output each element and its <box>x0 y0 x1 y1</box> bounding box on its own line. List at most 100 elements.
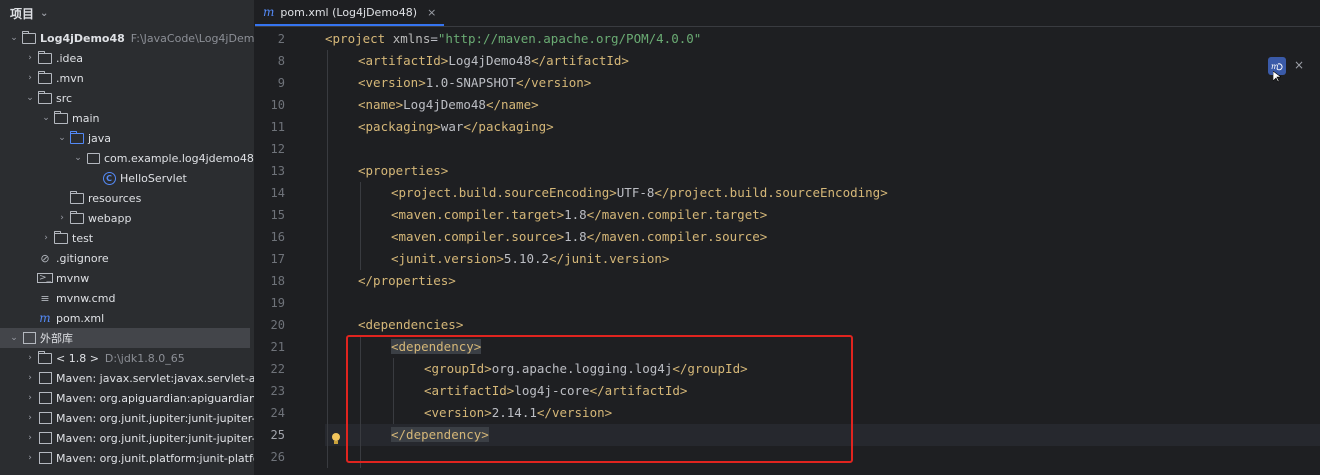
code-line[interactable]: <packaging>war</packaging> <box>325 116 1320 138</box>
tree-item[interactable]: ⌄ main <box>0 108 254 128</box>
code-line[interactable]: <properties> <box>325 160 1320 182</box>
chevron-down-icon[interactable]: ⌄ <box>24 93 36 103</box>
chevron-down-icon[interactable]: ⌄ <box>56 133 68 143</box>
tree-item-label: java <box>88 131 112 145</box>
indent-guide <box>360 182 361 270</box>
code-line[interactable] <box>325 292 1320 314</box>
code-token: <maven.compiler.target> <box>391 207 565 222</box>
tree-item[interactable]: › Maven: javax.servlet:javax.servlet-api:… <box>0 368 254 388</box>
tree-item[interactable]: › .idea <box>0 48 254 68</box>
line-number: 8 <box>277 54 285 68</box>
chevron-right-icon[interactable]: › <box>24 413 36 423</box>
library-icon <box>38 412 52 424</box>
lightbulb-icon[interactable] <box>330 432 342 446</box>
tree-item[interactable]: ≡ mvnw.cmd <box>0 288 254 308</box>
tree-item[interactable]: ⌄ java <box>0 128 254 148</box>
tree-item[interactable]: ⌄ Log4jDemo48 F:\JavaCode\Log4jDemo48 <box>0 28 255 48</box>
chevron-right-icon[interactable]: › <box>24 373 36 383</box>
tree-item[interactable]: › Maven: org.junit.jupiter:junit-jupiter-… <box>0 408 254 428</box>
tree-item[interactable]: ⌄ com.example.log4jdemo48 <box>0 148 254 168</box>
chevron-right-icon[interactable]: › <box>24 433 36 443</box>
chevron-down-icon[interactable]: ⌄ <box>40 113 52 123</box>
code-token: <properties> <box>358 163 449 178</box>
tree-item[interactable]: › Maven: org.junit.jupiter:junit-jupiter-… <box>0 428 254 448</box>
tree-item[interactable]: >_ mvnw <box>0 268 254 288</box>
tab-pom-xml[interactable]: m pom.xml (Log4jDemo48) × <box>255 0 445 26</box>
code-token: <maven.compiler.source> <box>391 229 565 244</box>
code-token: <project <box>325 31 393 46</box>
library-icon <box>22 332 36 344</box>
tree-item-label: src <box>56 91 73 105</box>
code-line[interactable]: <project xmlns="http://maven.apache.org/… <box>325 28 1320 50</box>
line-number: 9 <box>277 76 285 90</box>
code-token: UTF-8 <box>616 185 655 200</box>
tree-item-label: Maven: org.junit.platform:junit-platform… <box>56 451 254 465</box>
code-line[interactable]: <project.build.sourceEncoding>UTF-8</pro… <box>325 182 1320 204</box>
tree-item-label: < 1.8 > <box>56 351 99 365</box>
code-line[interactable]: <maven.compiler.target>1.8</maven.compil… <box>325 204 1320 226</box>
chevron-down-icon[interactable]: ⌄ <box>40 8 48 19</box>
tree-item-label: Maven: org.junit.jupiter:junit-jupiter-e… <box>56 431 254 445</box>
chevron-right-icon[interactable]: › <box>24 353 36 363</box>
tree-item-label: HelloServlet <box>120 171 187 185</box>
indent-guide <box>327 50 328 468</box>
chevron-down-icon[interactable]: ⌄ <box>8 333 20 343</box>
code-line[interactable]: <version>1.0-SNAPSHOT</version> <box>325 72 1320 94</box>
code-line[interactable]: <name>Log4jDemo48</name> <box>325 94 1320 116</box>
tree-item-label: Maven: org.junit.jupiter:junit-jupiter-a… <box>56 411 254 425</box>
code-token: <version> <box>358 75 426 90</box>
code-token: <name> <box>358 97 404 112</box>
code-line[interactable]: </properties> <box>325 270 1320 292</box>
tree-item[interactable]: C HelloServlet <box>0 168 254 188</box>
close-tab-icon[interactable]: × <box>427 6 436 19</box>
tree-item[interactable]: › Maven: org.apiguardian:apiguardian-api:… <box>0 388 255 408</box>
tree-item[interactable]: › test <box>0 228 254 248</box>
tree-item[interactable]: ⌄ src <box>0 88 254 108</box>
chevron-right-icon[interactable]: › <box>40 233 52 243</box>
library-icon <box>38 392 52 404</box>
code-line[interactable]: <artifactId>Log4jDemo48</artifactId> <box>325 50 1320 72</box>
tree-item-label: com.example.log4jdemo48 <box>104 151 254 165</box>
tree-item-path: F:\JavaCode\Log4jDemo48 <box>130 31 255 45</box>
chevron-down-icon[interactable]: ⌄ <box>72 153 84 163</box>
highlight-box <box>346 335 853 463</box>
line-number: 16 <box>270 230 285 244</box>
code-token: </maven.compiler.target> <box>586 207 768 222</box>
tree-item[interactable]: › < 1.8 > D:\jdk1.8.0_65 <box>0 348 254 368</box>
tree-item[interactable]: › webapp <box>0 208 254 228</box>
code-token: </name> <box>485 97 539 112</box>
chevron-down-icon[interactable]: ⌄ <box>8 33 20 43</box>
source-folder-icon <box>70 130 84 144</box>
code-line[interactable]: <junit.version>5.10.2</junit.version> <box>325 248 1320 270</box>
code-token: <packaging> <box>358 119 441 134</box>
tree-item[interactable]: ⌄ 外部库 <box>0 328 250 348</box>
chevron-right-icon[interactable]: › <box>24 393 36 403</box>
tree-item-label: Maven: org.apiguardian:apiguardian-api:1… <box>56 391 255 405</box>
code-token: </project.build.sourceEncoding> <box>654 185 888 200</box>
tree-item[interactable]: ⊘ .gitignore <box>0 248 254 268</box>
code-line[interactable]: <maven.compiler.source>1.8</maven.compil… <box>325 226 1320 248</box>
line-number: 19 <box>270 296 285 310</box>
project-panel-header[interactable]: 项目 ⌄ <box>0 0 254 26</box>
code-line[interactable]: <dependencies> <box>325 314 1320 336</box>
tree-item[interactable]: › Maven: org.junit.platform:junit-platfor… <box>0 448 254 468</box>
code-token: 1.8 <box>564 207 587 222</box>
chevron-right-icon[interactable]: › <box>24 453 36 463</box>
chevron-right-icon[interactable]: › <box>24 73 36 83</box>
tree-item[interactable]: › .mvn <box>0 68 254 88</box>
chevron-right-icon[interactable]: › <box>56 213 68 223</box>
tree-item-label: main <box>72 111 100 125</box>
code-token: <project.build.sourceEncoding> <box>391 185 617 200</box>
tree-item-label: .gitignore <box>56 251 109 265</box>
code-token: <junit.version> <box>391 251 504 266</box>
code-token: <artifactId> <box>358 53 449 68</box>
tree-item-label: pom.xml <box>56 311 105 325</box>
tree-item-label: test <box>72 231 94 245</box>
code-line[interactable] <box>325 138 1320 160</box>
maven-file-icon: m <box>263 5 275 19</box>
library-icon <box>38 452 52 464</box>
chevron-right-icon[interactable]: › <box>24 53 36 63</box>
close-notification-icon[interactable]: × <box>1294 58 1304 72</box>
tree-item[interactable]: m pom.xml <box>0 308 254 328</box>
tree-item[interactable]: resources <box>0 188 254 208</box>
